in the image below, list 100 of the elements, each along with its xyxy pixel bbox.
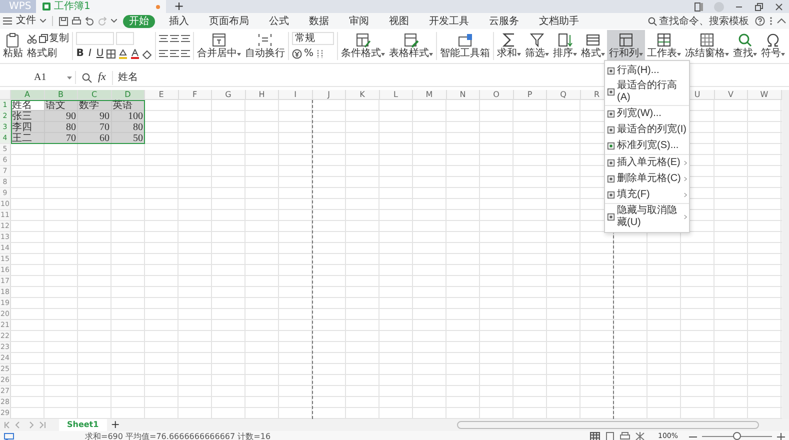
merge-center-button[interactable]: 合并居中 — [195, 30, 243, 62]
font-style-button[interactable]: U — [96, 48, 104, 60]
function-button[interactable]: fx — [98, 71, 106, 84]
align-icon[interactable] — [159, 34, 168, 43]
zoom-slider-thumb[interactable] — [733, 432, 741, 440]
align-icon[interactable] — [181, 49, 190, 58]
column-header[interactable]: H — [246, 90, 279, 100]
new-tab-button[interactable]: + — [166, 0, 192, 13]
add-sheet-button[interactable]: + — [110, 419, 120, 431]
save-icon[interactable] — [59, 16, 68, 26]
zoom-icon[interactable] — [82, 72, 92, 82]
scissors-icon[interactable] — [27, 34, 37, 44]
ribbon-tab[interactable]: 文档助手 — [533, 14, 585, 28]
ribbon-tab[interactable]: 公式 — [263, 14, 295, 28]
ribbon-button[interactable]: 行和列 — [607, 30, 645, 62]
font-color-icon[interactable] — [130, 48, 140, 58]
paste-button[interactable]: 粘贴 — [1, 30, 25, 62]
menu-item[interactable]: 行高(H)... — [605, 63, 689, 79]
menu-item[interactable]: 最适合的列宽(I) — [605, 122, 689, 138]
tile-icon[interactable] — [694, 2, 704, 12]
column-header[interactable]: P — [514, 90, 547, 100]
copy-button[interactable]: 复制 — [39, 32, 69, 44]
help-icon[interactable] — [755, 16, 765, 26]
align-icon[interactable] — [170, 34, 179, 43]
ribbon-tab[interactable]: 开始 — [123, 14, 155, 28]
column-header[interactable]: C — [78, 90, 112, 100]
ribbon-tab[interactable]: 云服务 — [483, 14, 525, 28]
ribbon-tab[interactable]: 开发工具 — [423, 14, 475, 28]
align-icon[interactable] — [170, 49, 179, 58]
menu-item[interactable]: 标准列宽(S)... — [605, 138, 689, 154]
column-header[interactable]: I — [279, 90, 312, 100]
ribbon-button[interactable]: 格式 — [579, 30, 607, 62]
column-header[interactable]: E — [145, 90, 178, 100]
normal-view-icon[interactable] — [590, 432, 600, 440]
ribbon-tab[interactable]: 审阅 — [343, 14, 375, 28]
align-icon[interactable] — [159, 49, 168, 58]
undo-icon[interactable] — [85, 16, 94, 26]
comment-icon[interactable] — [4, 432, 14, 440]
font-style-button[interactable]: I — [86, 48, 94, 60]
collapse-icon[interactable] — [777, 18, 786, 24]
column-header[interactable]: J — [312, 90, 346, 100]
fill-color-icon[interactable] — [118, 48, 128, 58]
print-preview-icon[interactable] — [620, 432, 630, 440]
ribbon-button[interactable]: 筛选 — [523, 30, 551, 62]
percent-button[interactable]: % — [304, 48, 314, 60]
horizontal-scrollbar[interactable] — [457, 421, 759, 429]
column-header[interactable]: Q — [547, 90, 580, 100]
sheet-tab[interactable]: Sheet1 — [59, 419, 107, 431]
menu-item[interactable]: 填充(F) — [605, 187, 689, 203]
menu-item[interactable]: 插入单元格(E) — [605, 155, 689, 171]
cell-reference-box[interactable]: A1 — [6, 71, 76, 84]
menu-item[interactable]: 隐藏与取消隐藏(U) — [605, 204, 689, 230]
column-header[interactable]: F — [178, 90, 212, 100]
column-header[interactable]: L — [380, 90, 413, 100]
ribbon-tab[interactable]: 插入 — [163, 14, 195, 28]
ribbon-button[interactable]: 查找 — [731, 30, 759, 62]
ribbon-button[interactable]: 冻结窗格 — [683, 30, 731, 62]
caret-icon[interactable] — [111, 19, 117, 23]
column-header[interactable]: N — [446, 90, 480, 100]
border-icon[interactable] — [106, 48, 116, 58]
ribbon-button[interactable]: 求和 — [495, 30, 523, 62]
align-icon[interactable] — [181, 34, 190, 43]
ribbon-button[interactable]: 符号 — [759, 30, 787, 62]
format-painter-button[interactable]: 格式刷 — [27, 48, 57, 60]
column-header[interactable]: V — [714, 90, 748, 100]
eraser-icon[interactable] — [142, 48, 152, 58]
page-layout-icon[interactable] — [604, 432, 615, 440]
column-header[interactable]: O — [480, 90, 514, 100]
column-header[interactable]: G — [212, 90, 246, 100]
column-header[interactable]: K — [346, 90, 380, 100]
decimal-icon[interactable] — [316, 48, 324, 58]
close-icon[interactable] — [774, 2, 784, 12]
column-header[interactable]: M — [413, 90, 446, 100]
currency-icon[interactable] — [292, 48, 302, 58]
font-name-field[interactable] — [76, 32, 114, 45]
command-search-field[interactable]: 查找命令、搜索模板 — [648, 16, 751, 26]
reading-mode-icon[interactable] — [634, 432, 645, 440]
file-menu[interactable]: 文件 — [16, 14, 36, 28]
ribbon-tab[interactable]: 页面布局 — [203, 14, 255, 28]
ribbon-button[interactable]: 工作表 — [645, 30, 683, 62]
menu-item[interactable]: 列宽(W)... — [605, 106, 689, 122]
ribbon-button[interactable]: 排序 — [551, 30, 579, 62]
more-icon[interactable] — [769, 16, 773, 26]
menu-icon[interactable] — [3, 17, 12, 25]
column-header[interactable]: W — [748, 90, 782, 100]
menu-item[interactable]: 删除单元格(C) — [605, 171, 689, 187]
restore-icon[interactable] — [754, 2, 764, 12]
ribbon-button[interactable]: 智能工具箱 — [438, 30, 492, 62]
ribbon-button[interactable]: 表格样式 — [387, 30, 435, 62]
number-format-dropdown[interactable]: 常规 — [292, 32, 334, 45]
wrap-text-button[interactable]: 自动换行 — [243, 30, 287, 62]
column-header[interactable]: D — [112, 90, 145, 100]
ribbon-tab[interactable]: 视图 — [383, 14, 415, 28]
font-size-field[interactable] — [116, 32, 134, 45]
ribbon-button[interactable]: 条件格式 — [339, 30, 387, 62]
ribbon-tab[interactable]: 数据 — [303, 14, 335, 28]
font-style-button[interactable]: B — [76, 48, 84, 60]
column-header[interactable]: A — [11, 90, 44, 100]
document-tab[interactable]: 工作簿1 — [36, 0, 166, 13]
formula-field[interactable]: 姓名 — [112, 70, 578, 84]
